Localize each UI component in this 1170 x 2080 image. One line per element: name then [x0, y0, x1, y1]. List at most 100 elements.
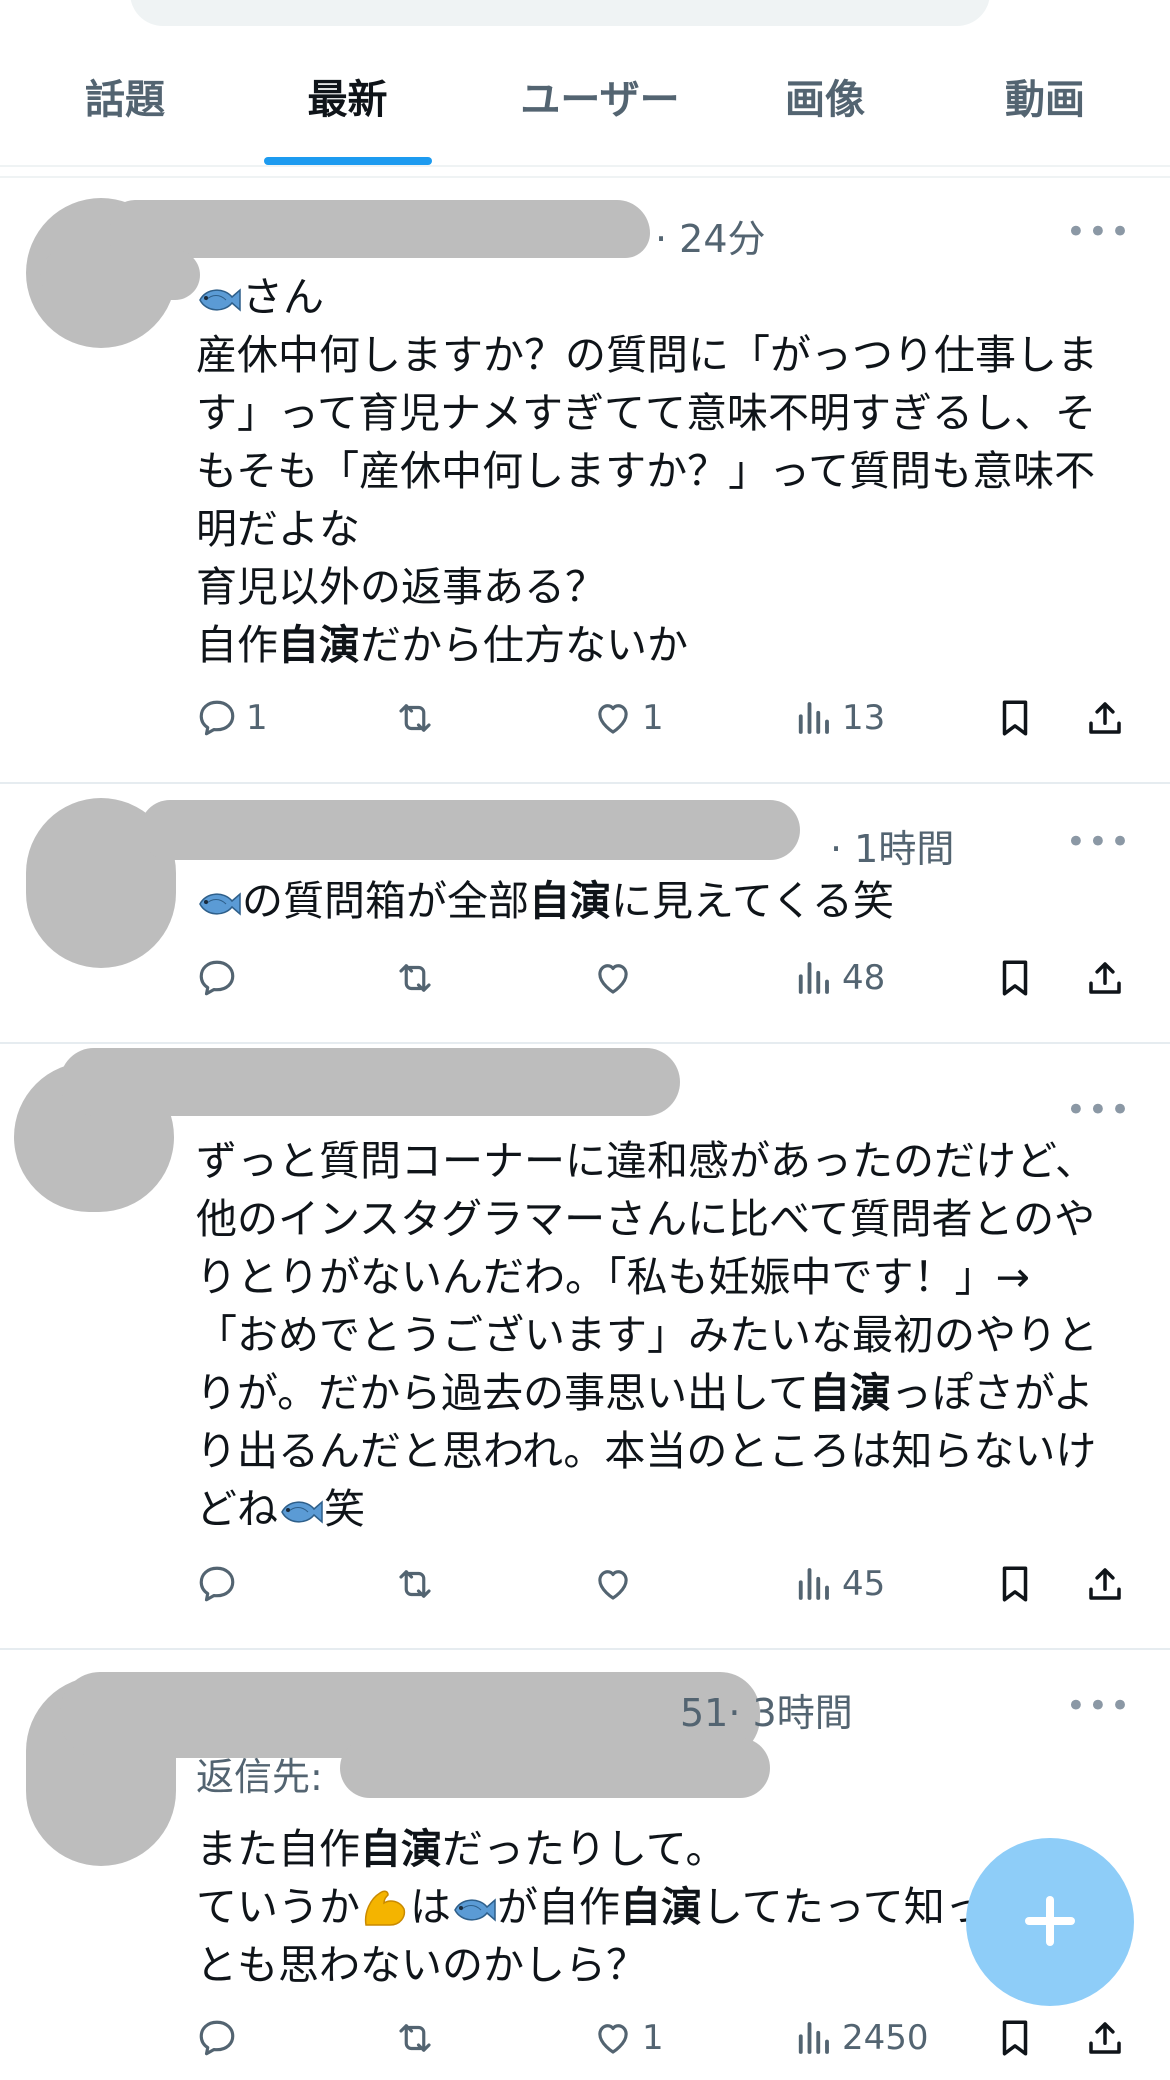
tweet-text: の質問箱が全部自演に見えてくる笑: [196, 872, 1136, 930]
tweet-actions: 45: [196, 1554, 1136, 1614]
like-count: 1: [642, 698, 664, 738]
tweet-text-line: どね: [196, 1485, 278, 1533]
tab-trending[interactable]: 話題: [30, 58, 220, 168]
tweet-text-line: だったりして。: [442, 1825, 727, 1873]
tweet-text-line: の質問箱が全部: [242, 877, 529, 925]
tweet-timestamp[interactable]: · 24分: [655, 208, 766, 263]
tweet-text: さん 産休中何しますか？の質問に「がっつり仕事しま す」って育児ナメすぎてて意味…: [196, 268, 1136, 674]
tweet-text-line: 産休中何しますか？の質問に「がっつり仕事しま: [196, 331, 1098, 379]
tweet-text-line: また自作: [196, 1825, 360, 1873]
redacted-username: [60, 1048, 680, 1116]
reply-button[interactable]: [196, 948, 238, 1008]
redacted-username: [110, 200, 650, 258]
tab-videos[interactable]: 動画: [950, 58, 1140, 168]
tab-users[interactable]: ユーザー: [470, 58, 730, 168]
share-icon: [1084, 697, 1126, 739]
share-button[interactable]: [1084, 2008, 1126, 2068]
like-button[interactable]: 1: [592, 2008, 664, 2068]
search-bar[interactable]: [130, 0, 990, 26]
reply-button[interactable]: [196, 1554, 238, 1614]
tab-bar: 話題 最新 ユーザー 画像 動画: [0, 58, 1170, 168]
retweet-button[interactable]: [394, 2008, 436, 2068]
fish-emoji-icon: [196, 285, 242, 315]
fish-emoji-icon: [196, 889, 242, 919]
retweet-button[interactable]: [394, 948, 436, 1008]
more-icon[interactable]: •••: [1066, 1686, 1132, 1726]
share-button[interactable]: [1084, 948, 1126, 1008]
view-count: 13: [842, 698, 886, 738]
tweet-text-line: り出るんだと思われ。本当のところは知らないけ: [196, 1427, 1097, 1475]
retweet-icon: [394, 697, 436, 739]
reply-button[interactable]: 1: [196, 688, 268, 748]
share-button[interactable]: [1084, 688, 1126, 748]
tweet-text-line: りとりがないんだわ。「私も妊娠中です！」→: [196, 1253, 1030, 1301]
fish-emoji-icon: [278, 1497, 324, 1527]
views-button[interactable]: 48: [792, 948, 885, 1008]
flexed-biceps-emoji-icon: [364, 1890, 406, 1926]
retweet-button[interactable]: [394, 1554, 436, 1614]
more-icon[interactable]: •••: [1066, 212, 1132, 252]
fish-emoji-icon: [451, 1895, 497, 1925]
views-icon: [792, 1563, 834, 1605]
tweet-divider: [0, 1042, 1170, 1044]
tweet-divider: [0, 1648, 1170, 1650]
tweet-actions: 1 2450: [196, 2008, 1136, 2068]
active-tab-indicator: [264, 157, 432, 165]
like-button[interactable]: [592, 1554, 634, 1614]
reply-count: 1: [246, 698, 268, 738]
tweet-text-line: りが。だから過去の事思い出して: [196, 1369, 809, 1417]
retweet-icon: [394, 2017, 436, 2059]
bookmark-button[interactable]: [994, 1554, 1036, 1614]
tweet-text-line: 明だよな: [196, 505, 360, 553]
tweet-text-line: が自作: [497, 1883, 620, 1931]
highlighted-keyword: 自演: [808, 1369, 891, 1417]
bookmark-button[interactable]: [994, 688, 1036, 748]
bookmark-icon: [994, 697, 1036, 739]
tweet-actions: 1 1 13: [196, 688, 1136, 748]
tabs-divider: [0, 165, 1170, 167]
more-icon[interactable]: •••: [1066, 822, 1132, 862]
retweet-icon: [394, 957, 436, 999]
bookmark-icon: [994, 2017, 1036, 2059]
tweet-text-line: だから仕方ないか: [360, 621, 688, 669]
bookmark-icon: [994, 957, 1036, 999]
highlighted-keyword: 自演: [620, 1883, 702, 1931]
retweet-button[interactable]: [394, 688, 436, 748]
highlighted-keyword: 自演: [529, 877, 611, 925]
like-icon: [592, 957, 634, 999]
tab-images[interactable]: 画像: [740, 58, 910, 168]
tweet-text-line: っぽさがよ: [890, 1369, 1094, 1417]
reply-icon: [196, 2017, 238, 2059]
tweet-timestamp[interactable]: · 1時間: [830, 818, 954, 873]
more-icon[interactable]: •••: [1066, 1090, 1132, 1130]
timestamp-fragment: 51: [680, 1691, 729, 1735]
reply-button[interactable]: [196, 2008, 238, 2068]
share-icon: [1084, 1563, 1126, 1605]
tweet-text-line: 笑: [324, 1485, 365, 1533]
like-icon: [592, 2017, 634, 2059]
bookmark-icon: [994, 1563, 1036, 1605]
like-button[interactable]: [592, 948, 634, 1008]
tweet-text-line: とも思わないのかしら？: [196, 1941, 647, 1989]
view-count: 2450: [842, 2018, 929, 2058]
tweet-text: ずっと質問コーナーに違和感があったのだけど、 他のインスタグラマーさんに比べて質…: [196, 1132, 1136, 1538]
tab-latest[interactable]: 最新: [250, 58, 445, 168]
tweet-text-line: 自作: [196, 621, 278, 669]
views-button[interactable]: 45: [792, 1554, 885, 1614]
tweet-text-line: は: [410, 1883, 451, 1931]
timestamp-value: · 3時間: [728, 1691, 853, 1735]
tabs-divider-lower: [0, 176, 1170, 178]
like-button[interactable]: 1: [592, 688, 664, 748]
bookmark-button[interactable]: [994, 2008, 1036, 2068]
views-button[interactable]: 13: [792, 688, 885, 748]
tweet-text-line: 「おめでとうございます」みたいな最初のやりと: [196, 1311, 1098, 1359]
views-icon: [792, 697, 834, 739]
tweet-text-line: ずっと質問コーナーに違和感があったのだけど、: [196, 1137, 1096, 1185]
tweet-text-line: す」って育児ナメすぎてて意味不明すぎるし、そ: [196, 389, 1096, 437]
tweet-timestamp[interactable]: 51· 3時間: [680, 1682, 853, 1737]
bookmark-button[interactable]: [994, 948, 1036, 1008]
share-button[interactable]: [1084, 1554, 1126, 1614]
reply-icon: [196, 957, 238, 999]
highlighted-keyword: 自演: [360, 1825, 442, 1873]
views-button[interactable]: 2450: [792, 2008, 929, 2068]
